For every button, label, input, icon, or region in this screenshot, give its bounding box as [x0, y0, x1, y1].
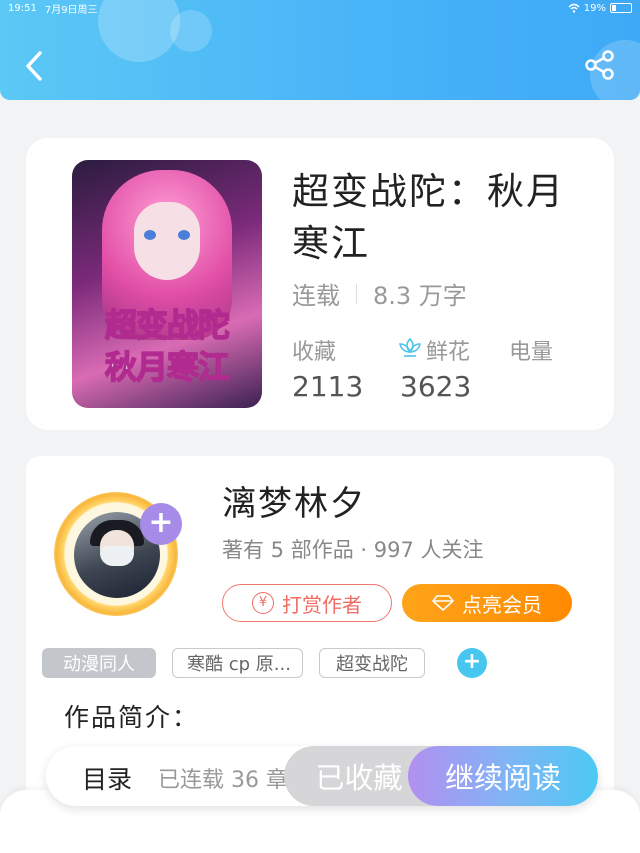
- vip-label: 点亮会员: [462, 592, 542, 617]
- cover-title-line2: 秋月寒江: [104, 347, 231, 387]
- tag-list: 动漫同人 寒酷 cp 原... 超变战陀 +: [42, 648, 487, 678]
- bottom-action-bar: 目录 已连载 36 章 已收藏 继续阅读: [46, 746, 598, 806]
- share-button[interactable]: [583, 48, 617, 82]
- toc-button[interactable]: 目录: [82, 760, 132, 796]
- book-word-count: 8.3 万字: [373, 282, 467, 310]
- status-bar: 19:51 7月9日周三 19%: [0, 0, 640, 16]
- chevron-left-icon: [26, 51, 42, 81]
- flowers-value: 3623: [400, 370, 472, 403]
- tag-item[interactable]: 超变战陀: [319, 648, 425, 678]
- cover-art-face: [134, 202, 200, 280]
- avatar-art: [100, 546, 134, 566]
- cover-art-eye: [178, 230, 190, 240]
- flowers-label: 鲜花: [426, 340, 471, 365]
- tip-author-label: 打赏作者: [282, 592, 362, 617]
- book-cover[interactable]: 超变战陀 秋月寒江: [72, 160, 262, 408]
- tip-author-button[interactable]: ¥ 打赏作者: [222, 584, 392, 622]
- favorites-value: 2113: [292, 370, 364, 403]
- favorites-label: 收藏: [292, 340, 337, 365]
- status-date: 7月9日周三: [44, 4, 98, 16]
- diamond-icon: [432, 595, 454, 611]
- battery-icon: [610, 3, 632, 13]
- status-time: 19:51: [8, 2, 37, 14]
- meta-divider: [356, 283, 357, 304]
- collected-label: 已收藏: [315, 761, 403, 795]
- back-button[interactable]: [20, 48, 50, 84]
- book-status: 连载: [292, 282, 340, 310]
- tag-item[interactable]: 动漫同人: [42, 648, 156, 678]
- wifi-icon: [568, 3, 580, 13]
- battery-percent: 19%: [583, 2, 606, 14]
- follow-author-button[interactable]: +: [140, 503, 182, 545]
- cover-art-eye: [144, 230, 156, 240]
- power-label: 电量: [509, 340, 554, 365]
- yen-icon: ¥: [252, 592, 274, 614]
- decor-bubble: [170, 10, 212, 52]
- chapter-count[interactable]: 已连载 36 章: [158, 762, 288, 794]
- cover-title-line1: 超变战陀: [104, 305, 231, 345]
- author-name[interactable]: 漓梦林夕: [222, 476, 366, 525]
- flower-icon: [399, 337, 421, 357]
- book-info-card: 超变战陀 秋月寒江 超变战陀：秋月寒江 连载 8.3 万字 收藏 鲜花 电量 2…: [26, 138, 614, 430]
- author-stats: 著有 5 部作品 · 997 人关注: [222, 538, 484, 562]
- tag-item[interactable]: 寒酷 cp 原...: [172, 648, 303, 678]
- intro-label: 作品简介：: [64, 703, 200, 732]
- book-meta: 连载 8.3 万字: [292, 276, 467, 311]
- continue-reading-button[interactable]: 继续阅读: [408, 746, 598, 806]
- continue-reading-label: 继续阅读: [444, 761, 561, 795]
- share-icon: [585, 50, 614, 80]
- book-title: 超变战陀：秋月寒江: [292, 170, 565, 265]
- header: 19:51 7月9日周三 19%: [0, 0, 640, 100]
- vip-button[interactable]: 点亮会员: [402, 584, 572, 622]
- add-tag-button[interactable]: +: [457, 648, 487, 678]
